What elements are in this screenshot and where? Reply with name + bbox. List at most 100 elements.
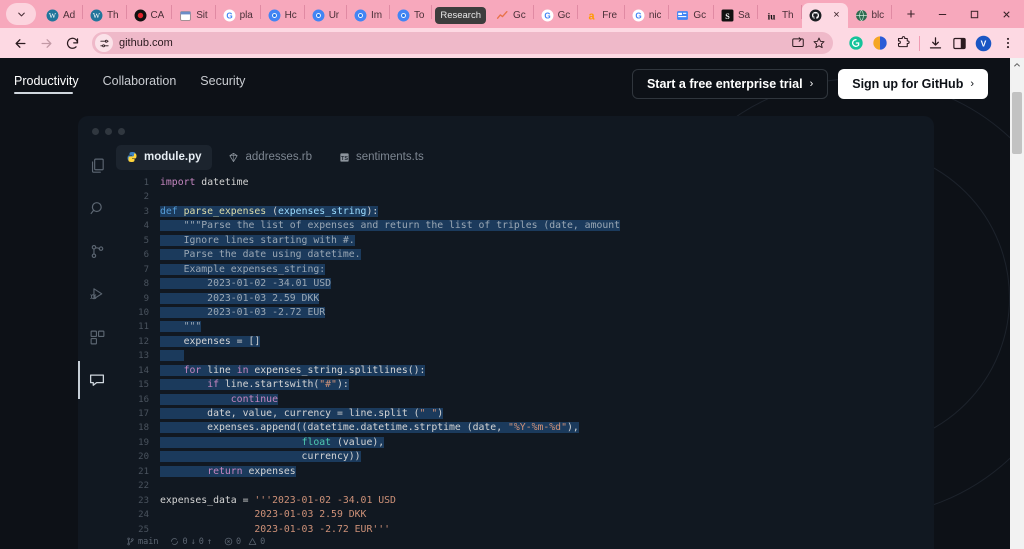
address-bar[interactable]: github.com bbox=[92, 32, 833, 54]
file-tab-sentiments-ts[interactable]: TS sentiments.ts bbox=[328, 145, 434, 170]
line-number: 10 bbox=[138, 307, 149, 318]
browser-tab[interactable]: To bbox=[390, 3, 431, 28]
star-icon bbox=[813, 37, 824, 49]
run-debug-icon[interactable] bbox=[80, 281, 114, 307]
close-window-button[interactable] bbox=[990, 0, 1022, 28]
code-line[interactable]: 24 2023-01-03 2.59 DKK bbox=[116, 508, 934, 522]
browser-tab[interactable]: Gpla bbox=[216, 3, 260, 28]
code-line[interactable]: 11 """ bbox=[116, 320, 934, 334]
code-line[interactable]: 2 bbox=[116, 190, 934, 204]
code-line[interactable]: 4 """Parse the list of expenses and retu… bbox=[116, 219, 934, 233]
status-branch[interactable]: main bbox=[126, 537, 158, 547]
file-tab-module-py[interactable]: module.py bbox=[116, 144, 212, 170]
three-dot-menu-button[interactable] bbox=[999, 35, 1016, 52]
browser-tab[interactable]: Sit bbox=[172, 3, 214, 28]
nav-item-security[interactable]: Security bbox=[200, 74, 245, 94]
site-settings-button[interactable] bbox=[95, 34, 113, 52]
page-scrollbar[interactable] bbox=[1010, 58, 1024, 549]
code-line[interactable]: 10 2023-01-03 -2.72 EUR bbox=[116, 306, 934, 320]
copilot-chat-icon[interactable] bbox=[78, 361, 114, 399]
line-number: 18 bbox=[138, 423, 149, 434]
browser-tab[interactable]: Gc bbox=[669, 3, 713, 28]
code-line[interactable]: 23 expenses_data = '''2023-01-02 -34.01 U… bbox=[116, 494, 934, 508]
browser-tab[interactable]: CA bbox=[127, 3, 172, 28]
code-line[interactable]: 1 import datetime bbox=[116, 176, 934, 190]
sign-up-for-github-button[interactable]: Sign up for GitHub › bbox=[838, 69, 988, 99]
browser-tab[interactable]: a Fre bbox=[578, 3, 624, 28]
scroll-up-button[interactable] bbox=[1010, 58, 1024, 71]
code-line[interactable]: 3 def parse_expenses (expenses_string): bbox=[116, 205, 934, 219]
code-line[interactable]: 25 2023-01-03 -2.72 EUR''' bbox=[116, 523, 934, 535]
ghostery-icon[interactable] bbox=[871, 35, 888, 52]
code-line[interactable]: 13 bbox=[116, 349, 934, 363]
code-area[interactable]: 1 import datetime 2 3 def parse_expenses (ex… bbox=[116, 172, 934, 534]
downloads-button[interactable] bbox=[927, 35, 944, 52]
code-line[interactable]: 6 Parse the date using datetime. bbox=[116, 248, 934, 262]
maximize-button[interactable] bbox=[958, 0, 990, 28]
tab-search-button[interactable] bbox=[6, 3, 36, 25]
red-dot[interactable] bbox=[92, 127, 99, 135]
browser-tab[interactable]: iu Th bbox=[758, 3, 800, 28]
code-line[interactable]: 19 float (value), bbox=[116, 436, 934, 450]
maximize-icon bbox=[970, 10, 978, 18]
code-line[interactable]: 12 expenses = [] bbox=[116, 335, 934, 349]
page-nav[interactable]: Productivity Collaboration Security bbox=[14, 74, 245, 94]
tab-group-chip[interactable]: Research bbox=[435, 7, 487, 24]
activity-bar[interactable] bbox=[78, 138, 116, 549]
browser-tab[interactable]: S Sa bbox=[714, 3, 757, 28]
search-icon[interactable] bbox=[80, 195, 114, 221]
browser-tab[interactable]: blc bbox=[848, 3, 891, 28]
code-line[interactable]: 22 bbox=[116, 479, 934, 493]
forward-button[interactable] bbox=[34, 31, 58, 55]
code-line[interactable]: 7 Example expenses_string: bbox=[116, 263, 934, 277]
tab-close-icon[interactable]: × bbox=[830, 9, 844, 23]
browser-tab[interactable]: Im bbox=[347, 3, 389, 28]
browser-tab-active[interactable]: × bbox=[801, 3, 848, 28]
code-line[interactable]: 9 2023-01-03 2.59 DKK bbox=[116, 292, 934, 306]
browser-tab[interactable]: W Ad bbox=[39, 3, 82, 28]
back-button[interactable] bbox=[8, 31, 32, 55]
new-tab-button[interactable]: + bbox=[900, 3, 922, 25]
code-line[interactable]: 20 currency)) bbox=[116, 450, 934, 464]
status-problems[interactable]: 0 0 bbox=[224, 537, 265, 547]
status-sync[interactable]: 0 ↓ 0 ↑ bbox=[170, 537, 212, 547]
minimize-button[interactable] bbox=[926, 0, 958, 28]
browser-tab[interactable]: W Th bbox=[83, 3, 125, 28]
grammarly-icon[interactable] bbox=[847, 35, 864, 52]
source-control-icon[interactable] bbox=[80, 238, 114, 264]
code-line[interactable]: 8 2023-01-02 -34.01 USD bbox=[116, 277, 934, 291]
scrollbar-thumb[interactable] bbox=[1012, 92, 1022, 154]
code-line[interactable]: 16 continue bbox=[116, 393, 934, 407]
wordpress-icon: W bbox=[90, 9, 103, 22]
code-line[interactable]: 14 for line in expenses_string.splitline… bbox=[116, 364, 934, 378]
start-free-enterprise-trial-button[interactable]: Start a free enterprise trial › bbox=[631, 69, 829, 99]
nav-item-productivity[interactable]: Productivity bbox=[14, 74, 79, 94]
bookmark-button[interactable] bbox=[810, 35, 827, 52]
extensions-icon[interactable] bbox=[80, 324, 114, 350]
puzzle-extensions-icon[interactable] bbox=[895, 35, 912, 52]
code-lines[interactable]: 1 import datetime 2 3 def parse_expenses (ex… bbox=[116, 176, 934, 534]
profile-avatar[interactable]: V bbox=[975, 35, 992, 52]
browser-tab[interactable]: G Gc bbox=[534, 3, 578, 28]
file-tab-bar[interactable]: module.py addresses.rb TS sentiments.ts bbox=[116, 138, 934, 172]
code-line[interactable]: 18 expenses.append((datetime.datetime.st… bbox=[116, 421, 934, 435]
code-line[interactable]: 21 return expenses bbox=[116, 465, 934, 479]
code-line[interactable]: 15 if line.startswith("#"): bbox=[116, 378, 934, 392]
reload-button[interactable] bbox=[60, 31, 84, 55]
file-tab-addresses-rb[interactable]: addresses.rb bbox=[218, 145, 322, 170]
browser-tab[interactable]: Gnic bbox=[625, 3, 668, 28]
file-tab-label: module.py bbox=[144, 151, 202, 163]
browser-tabs[interactable]: W Ad W Th CA Sit Gpla Hc Ur Im To Research Gc G Gc a Fre… bbox=[39, 0, 896, 28]
code-line[interactable]: 17 date, value, currency = line.split ("… bbox=[116, 407, 934, 421]
code-line[interactable]: 5 Ignore lines starting with #. bbox=[116, 234, 934, 248]
browser-tab[interactable]: Gc bbox=[489, 3, 533, 28]
browser-tab[interactable]: Hc bbox=[261, 3, 304, 28]
green-dot[interactable] bbox=[118, 127, 125, 135]
files-icon[interactable] bbox=[80, 152, 114, 178]
yellow-dot[interactable] bbox=[105, 127, 112, 135]
browser-tab[interactable]: Ur bbox=[305, 3, 346, 28]
browser-tab[interactable]: Kh bbox=[892, 3, 896, 28]
side-panel-button[interactable] bbox=[951, 35, 968, 52]
cast-button[interactable] bbox=[789, 35, 806, 52]
nav-item-collaboration[interactable]: Collaboration bbox=[103, 74, 177, 94]
